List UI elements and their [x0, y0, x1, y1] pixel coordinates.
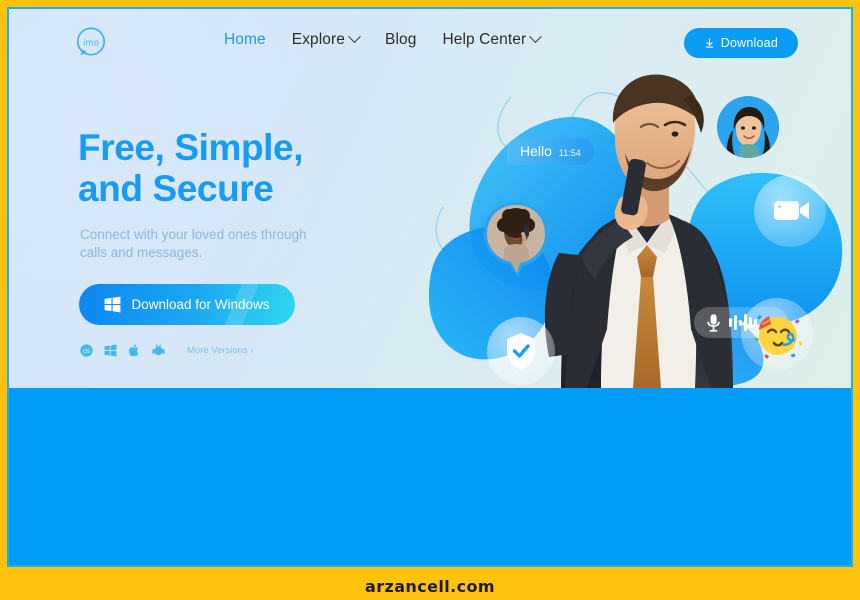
android-icon[interactable] [152, 344, 165, 357]
hero-illustration: Hello 11:54 [429, 67, 851, 388]
platform-icon-row: OS More Versions › [80, 344, 408, 357]
screenshot-frame: imo Home Explore Blog Help Center Downlo… [0, 0, 860, 600]
security-shield-badge [487, 317, 555, 385]
download-icon [705, 38, 713, 48]
nav-item-home[interactable]: Home [224, 31, 266, 49]
cta-label: Download for Windows [131, 297, 270, 313]
nav-download-label: Download [720, 36, 778, 50]
nav-download-button[interactable]: Download [683, 28, 798, 58]
hero-section: imo Home Explore Blog Help Center Downlo… [9, 9, 851, 388]
chevron-down-icon [348, 29, 361, 43]
avatar-woman-on-call [482, 201, 550, 279]
apple-icon[interactable] [128, 344, 141, 357]
video-call-icon-badge [754, 175, 826, 247]
watermark-bar: arzancell.com [0, 573, 860, 600]
avatar-woman-smiling [717, 96, 779, 158]
nav-links: Home Explore Blog Help Center [224, 29, 543, 49]
nav-item-blog[interactable]: Blog [385, 31, 416, 49]
hero-subhead: Connect with your loved ones through cal… [80, 226, 307, 261]
nav-item-label: Help Center [442, 31, 527, 48]
windows-icon[interactable] [104, 344, 117, 357]
chevron-down-icon [529, 29, 543, 43]
hero-headline: Free, Simple, and Secure [78, 127, 304, 210]
nav-item-help-center[interactable]: Help Center [442, 29, 543, 49]
imo-logo[interactable]: imo [72, 24, 110, 62]
video-camera-icon [774, 201, 809, 220]
windows-icon [105, 296, 121, 313]
download-for-windows-button[interactable]: Download for Windows [79, 284, 295, 326]
macos-icon[interactable]: OS [80, 344, 93, 357]
svg-text:OS: OS [83, 349, 90, 355]
party-face-emoji [754, 314, 803, 359]
more-versions-link[interactable]: More Versions › [187, 345, 254, 356]
hero-copy: Free, Simple, and Secure Connect with yo… [78, 127, 408, 357]
nav-item-label: Explore [291, 31, 346, 48]
hello-chat-bubble: Hello 11:54 [507, 138, 594, 165]
page-content: imo Home Explore Blog Help Center Downlo… [9, 9, 851, 565]
watermark-text: arzancell.com [365, 577, 495, 596]
chat-bubble-time: 11:54 [558, 148, 581, 158]
page-blue-section [9, 388, 851, 565]
shield-check-icon [507, 333, 535, 370]
chat-bubble-text: Hello [520, 143, 552, 159]
microphone-icon [707, 313, 720, 332]
nav-item-label: Blog [385, 31, 417, 48]
nav-item-explore[interactable]: Explore [291, 29, 361, 49]
party-face-emoji-badge [741, 298, 813, 370]
svg-text:imo: imo [83, 39, 99, 49]
browser-viewport: imo Home Explore Blog Help Center Downlo… [7, 7, 853, 567]
nav-item-label: Home [224, 31, 266, 48]
